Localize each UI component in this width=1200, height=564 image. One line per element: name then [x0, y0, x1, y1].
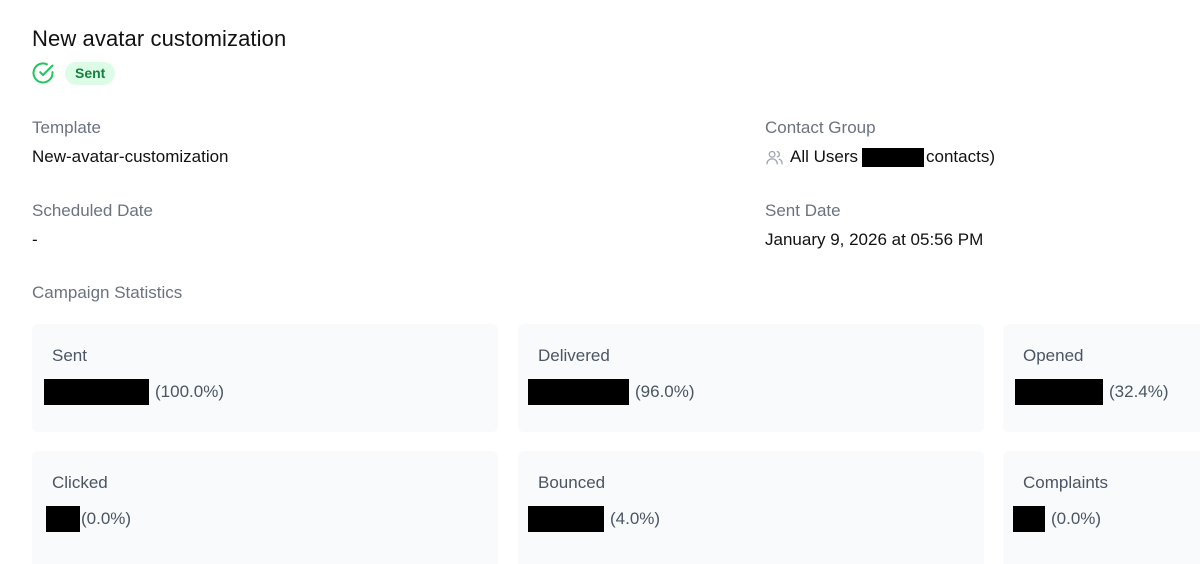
stat-percent: (0.0%): [81, 509, 132, 528]
contact-group-suffix: contacts): [926, 147, 995, 166]
sent-date-label: Sent Date: [765, 201, 841, 220]
stat-percent: (96.0%): [635, 382, 695, 401]
stat-value: (100.0%): [44, 379, 224, 405]
stat-value: (0.0%): [46, 506, 131, 532]
users-icon: [766, 150, 783, 164]
stat-label: Delivered: [538, 346, 610, 365]
stat-card-delivered: Delivered (96.0%): [518, 324, 984, 432]
stat-card-bounced: Bounced (4.0%): [518, 451, 984, 564]
redacted-count: [1013, 506, 1045, 532]
stat-value: (0.0%): [1013, 506, 1101, 532]
status-badge: Sent: [65, 61, 116, 85]
stat-value: (96.0%): [528, 379, 695, 405]
stat-percent: (32.4%): [1109, 382, 1169, 401]
stat-card-sent: Sent (100.0%): [32, 324, 498, 432]
stat-card-complaints: Complaints (0.0%): [1003, 451, 1200, 564]
redacted-count: [44, 379, 149, 405]
contact-group-label: Contact Group: [765, 118, 876, 137]
stat-label: Clicked: [52, 473, 108, 492]
stat-value: (32.4%): [1015, 379, 1169, 405]
stat-label: Opened: [1023, 346, 1084, 365]
template-field: Template New-avatar-customization: [32, 118, 229, 167]
stat-card-clicked: Clicked (0.0%): [32, 451, 498, 564]
stat-label: Sent: [52, 346, 87, 365]
stat-value: (4.0%): [528, 506, 660, 532]
stat-card-opened: Opened (32.4%): [1003, 324, 1200, 432]
redacted-contact-count: [862, 147, 925, 167]
page-title: New avatar customization: [32, 26, 287, 51]
stat-label: Complaints: [1023, 473, 1109, 492]
redacted-count: [46, 506, 80, 532]
template-label: Template: [32, 118, 101, 137]
scheduled-date-value: -: [32, 230, 38, 249]
campaign-detail-page: New avatar customization Sent Template N…: [0, 0, 1200, 564]
redacted-count: [1015, 379, 1103, 405]
contact-group-name: All Users: [790, 147, 859, 166]
stat-percent: (0.0%): [1051, 509, 1102, 528]
stat-percent: (4.0%): [610, 509, 661, 528]
check-circle-icon: [32, 62, 54, 84]
template-value: New-avatar-customization: [32, 147, 229, 166]
contact-group-value: All Users contacts): [765, 147, 995, 167]
scheduled-date-field: Scheduled Date -: [32, 201, 153, 250]
stat-percent: (100.0%): [155, 382, 224, 401]
contact-group-field: Contact Group All Users contacts): [765, 118, 995, 167]
sent-date-field: Sent Date January 9, 2026 at 05:56 PM: [765, 201, 983, 250]
redacted-count: [528, 379, 629, 405]
status-row: Sent: [31, 61, 116, 85]
campaign-statistics-heading: Campaign Statistics: [32, 283, 183, 302]
redacted-count: [528, 506, 604, 532]
sent-date-value: January 9, 2026 at 05:56 PM: [765, 230, 984, 249]
scheduled-date-label: Scheduled Date: [32, 201, 153, 220]
stat-label: Bounced: [538, 473, 606, 492]
